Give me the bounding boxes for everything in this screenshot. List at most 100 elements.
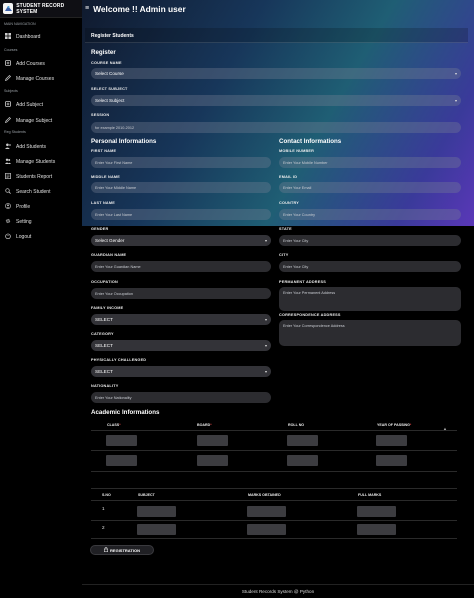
sidebar-item-label: Manage Subject: [16, 117, 53, 124]
logout-icon: [5, 232, 11, 241]
marks-obtained-input-2[interactable]: [247, 524, 286, 535]
table-divider: [91, 538, 457, 539]
gender-label: GENDER: [91, 227, 109, 231]
course-select-value: Select Course: [95, 71, 124, 76]
roll-input-1[interactable]: [287, 435, 318, 446]
sidebar-section-subjects: Subjects: [4, 89, 18, 93]
board-input-1[interactable]: [197, 435, 228, 446]
dashboard-icon: [5, 32, 11, 41]
sidebar-item-add-subject[interactable]: Add Subject: [0, 99, 82, 110]
year-input-1[interactable]: [376, 435, 407, 446]
sidebar-section-reg-students: Reg Students: [4, 130, 26, 134]
gender-select-value: Select Gender: [95, 238, 125, 243]
sidebar-item-profile[interactable]: Profile: [0, 201, 82, 212]
sidebar-item-label: Add Courses: [16, 60, 45, 67]
subject-select[interactable]: Select Subject ▾: [91, 95, 461, 106]
class-input-1[interactable]: [106, 435, 137, 446]
nationality-field[interactable]: Enter Your Nationality: [91, 392, 271, 403]
correspondence-address-field[interactable]: Enter Your Correspondence Address: [279, 320, 461, 346]
search-icon: [5, 187, 11, 196]
nationality-label: NATIONALITY: [91, 384, 119, 388]
first-name-field[interactable]: Enter Your First Name: [91, 157, 271, 168]
last-name-field[interactable]: Enter Your Last Name: [91, 209, 271, 220]
session-field[interactable]: for example 2010-2012: [91, 122, 461, 133]
sidebar-item-students-report[interactable]: Students Report: [0, 171, 82, 182]
marks-obtained-input-1[interactable]: [247, 506, 286, 517]
academic-heading: Academic Informations: [91, 409, 160, 416]
sidebar-item-setting[interactable]: Setting: [0, 216, 82, 227]
challenged-label: PHYSICALLY CHALLENGED: [91, 358, 147, 362]
contact-heading: Contact Informations: [279, 138, 342, 145]
category-select-value: SELECT: [95, 343, 113, 348]
state-label: STATE: [279, 227, 292, 231]
chevron-down-icon: ▾: [264, 369, 267, 374]
course-select[interactable]: Select Course ▾: [91, 68, 461, 79]
middle-name-field[interactable]: Enter Your Middle Name: [91, 182, 271, 193]
permanent-address-field[interactable]: Enter Your Permanent Address: [279, 287, 461, 311]
row-number: 2: [102, 525, 105, 530]
city-label: CITY: [279, 253, 289, 257]
chevron-down-icon: ▾: [454, 71, 457, 76]
sidebar-item-dashboard[interactable]: Dashboard: [0, 31, 82, 42]
gender-select[interactable]: Select Gender ▾: [91, 235, 271, 246]
permanent-address-label: PERMANENT ADDRESS: [279, 280, 326, 284]
sidebar-item-label: Setting: [16, 218, 32, 225]
report-icon: [5, 172, 11, 181]
income-select[interactable]: SELECT ▾: [91, 314, 271, 325]
lock-icon: [104, 546, 108, 553]
manage-icon: [4, 74, 11, 83]
sidebar-item-label: Search Student: [16, 188, 51, 195]
year-input-2[interactable]: [376, 455, 407, 466]
email-field[interactable]: Enter Your Email: [279, 182, 461, 193]
occupation-label: OCCUPATION: [91, 280, 118, 284]
footer-text: Student Records System @ Python: [241, 589, 315, 594]
registration-button[interactable]: REGISTRATION: [90, 545, 154, 555]
guardian-label: GUARDIAN NAME: [91, 253, 127, 257]
table-divider: [91, 488, 457, 489]
menu-toggle-icon[interactable]: ≡: [85, 5, 89, 12]
table-divider: [91, 430, 457, 431]
occupation-field[interactable]: Enter Your Occupation: [91, 288, 271, 299]
sidebar-item-label: Add Subject: [16, 101, 43, 108]
subject-select-value: Select Subject: [95, 98, 125, 103]
sidebar-item-manage-courses[interactable]: Manage Courses: [0, 73, 82, 84]
sidebar-item-manage-students[interactable]: Manage Students: [0, 156, 82, 167]
city-field[interactable]: Enter Your City: [279, 261, 461, 272]
full-marks-input-1[interactable]: [357, 506, 396, 517]
full-marks-input-2[interactable]: [357, 524, 396, 535]
sidebar-item-search-student[interactable]: Search Student: [0, 186, 82, 197]
first-name-label: FIRST NAME: [91, 149, 117, 153]
table-divider: [91, 500, 457, 501]
sidebar-section-main: MAIN NAVIGATION: [4, 22, 36, 26]
gear-icon: [5, 218, 11, 226]
users-icon: [5, 158, 11, 166]
caret-icon: ▲: [443, 426, 447, 431]
country-field[interactable]: Enter Your Country: [279, 209, 461, 220]
table-divider: [91, 520, 457, 521]
footer: Student Records System @ Python: [82, 584, 474, 598]
challenged-select[interactable]: SELECT ▾: [91, 366, 271, 377]
subject-input-2[interactable]: [137, 524, 176, 535]
sidebar-item-add-courses[interactable]: Add Courses: [0, 58, 82, 69]
brand-bar[interactable]: STUDENT RECORD SYSTEM: [0, 0, 82, 18]
brand-logo: [3, 3, 14, 14]
sidebar-item-label: Profile: [16, 203, 31, 210]
sidebar-item-label: Dashboard: [16, 33, 41, 40]
sidebar-item-manage-subject[interactable]: Manage Subject: [0, 115, 82, 126]
category-select[interactable]: SELECT ▾: [91, 340, 271, 351]
add-icon: [5, 59, 11, 68]
board-input-2[interactable]: [197, 455, 228, 466]
roll-input-2[interactable]: [287, 455, 318, 466]
sidebar-section-courses: Courses: [4, 48, 18, 52]
mobile-field[interactable]: Enter Your Mobile Number: [279, 157, 461, 168]
course-label: COURSE NAME: [91, 61, 122, 65]
state-field[interactable]: Enter Your City: [279, 235, 461, 246]
sidebar-item-add-students[interactable]: Add Students: [0, 141, 82, 152]
sidebar-item-label: Manage Students: [16, 158, 56, 165]
sidebar-item-logout[interactable]: Logout: [0, 231, 82, 242]
middle-name-label: MIDDLE NAME: [91, 175, 120, 179]
guardian-field[interactable]: Enter Your Guardian Name: [91, 261, 271, 272]
class-input-2[interactable]: [106, 455, 137, 466]
subject-input-1[interactable]: [137, 506, 176, 517]
column-header-year: YEAR OF PASSING*: [377, 423, 412, 427]
